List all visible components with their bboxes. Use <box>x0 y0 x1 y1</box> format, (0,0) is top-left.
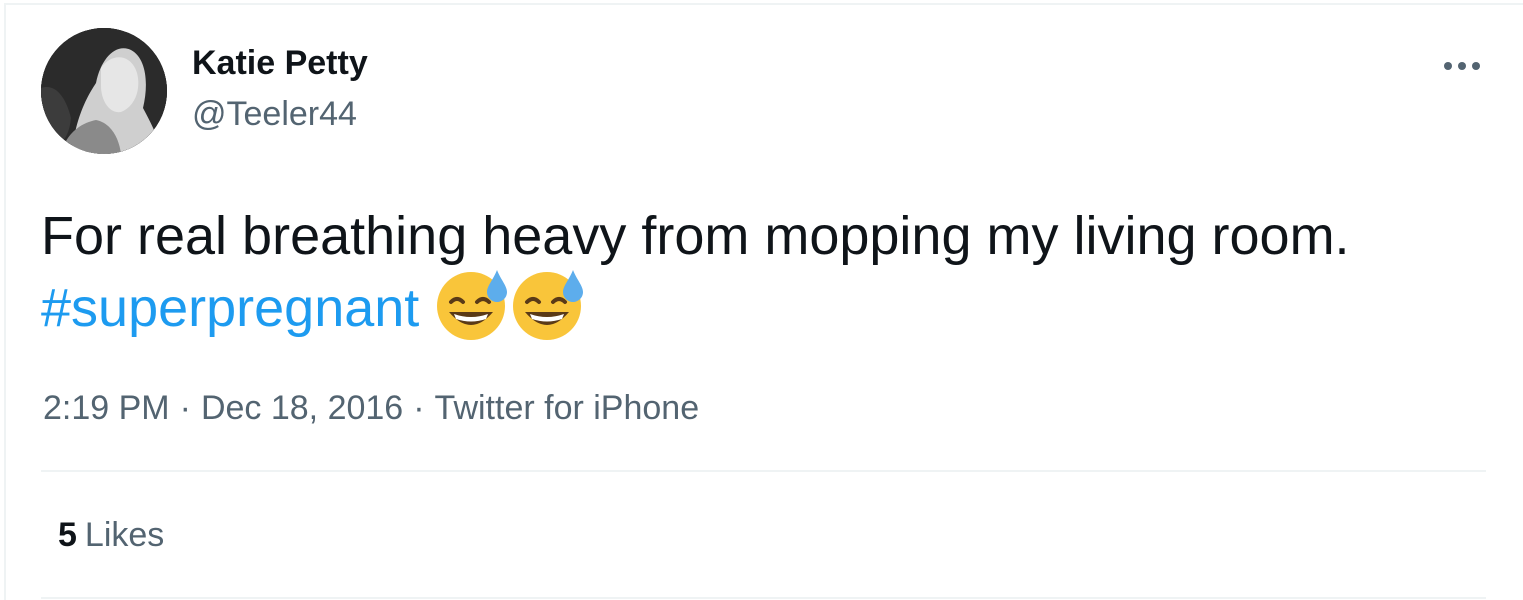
grinning-face-with-sweat-icon <box>437 269 508 340</box>
divider <box>41 470 1486 472</box>
tweet-time[interactable]: 2:19 PM <box>43 389 170 427</box>
tweet-text-line: For real breathing heavy from mopping my… <box>41 206 1350 266</box>
meta-separator: · <box>179 389 191 427</box>
ellipsis-icon <box>1444 62 1480 70</box>
profile-photo-icon <box>41 28 167 154</box>
avatar[interactable] <box>41 28 167 154</box>
grinning-face-with-sweat-icon <box>513 269 584 340</box>
tweet-meta: 2:19 PM · Dec 18, 2016 · Twitter for iPhone <box>43 389 699 428</box>
author-display-name[interactable]: Katie Petty <box>192 44 368 83</box>
meta-separator: · <box>413 389 425 427</box>
likes-count: 5 <box>58 516 77 554</box>
tweet-text-line-2: #superpregnant <box>41 269 1481 350</box>
likes-label: Likes <box>84 516 165 554</box>
hashtag-link[interactable]: #superpregnant <box>41 278 419 338</box>
tweet-text: For real breathing heavy from mopping my… <box>41 200 1481 350</box>
author-handle[interactable]: @Teeler44 <box>192 95 357 134</box>
emoji-group <box>435 266 587 342</box>
divider <box>41 597 1486 599</box>
tweet-source[interactable]: Twitter for iPhone <box>435 389 700 427</box>
tweet-date[interactable]: Dec 18, 2016 <box>201 389 403 427</box>
more-options-button[interactable] <box>1436 46 1488 86</box>
likes-stat[interactable]: 5 Likes <box>58 516 164 555</box>
